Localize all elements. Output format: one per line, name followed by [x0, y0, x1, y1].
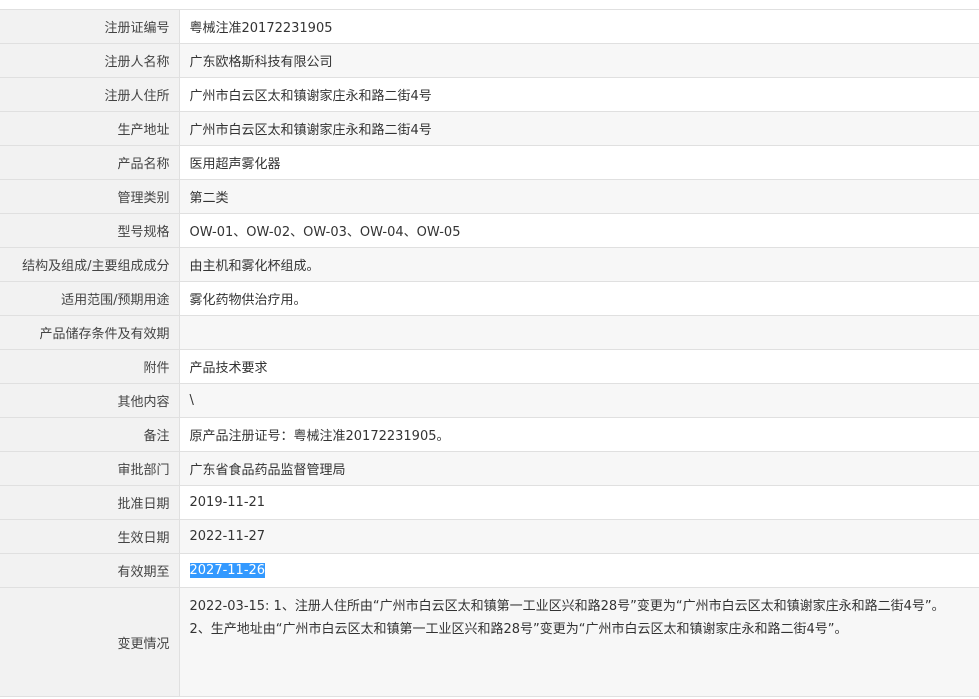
value-attachment: 产品技术要求 — [178, 349, 979, 384]
value-remark: 原产品注册证号：粤械注准20172231905。 — [178, 417, 979, 452]
value-other-content: \ — [178, 383, 979, 418]
change-history-text: 2022-03-15: 1、注册人住所由“广州市白云区太和镇第一工业区兴和路28… — [190, 595, 979, 641]
row-approval-date: 批准日期 2019-11-21 — [0, 485, 979, 520]
label-registrant-address: 注册人住所 — [0, 77, 180, 112]
value-production-address: 广州市白云区太和镇谢家庄永和路二街4号 — [178, 111, 979, 146]
row-effective-date: 生效日期 2022-11-27 — [0, 519, 979, 554]
row-attachment: 附件 产品技术要求 — [0, 349, 979, 384]
row-registrant-address: 注册人住所 广州市白云区太和镇谢家庄永和路二街4号 — [0, 77, 979, 112]
label-registrant-name: 注册人名称 — [0, 43, 180, 78]
row-registrant-name: 注册人名称 广东欧格斯科技有限公司 — [0, 43, 979, 78]
value-intended-use: 雾化药物供治疗用。 — [178, 281, 979, 316]
label-effective-date: 生效日期 — [0, 519, 180, 554]
label-attachment: 附件 — [0, 349, 180, 384]
row-model-spec: 型号规格 OW-01、OW-02、OW-03、OW-04、OW-05 — [0, 213, 979, 248]
value-approval-department: 广东省食品药品监督管理局 — [178, 451, 979, 486]
label-product-name: 产品名称 — [0, 145, 180, 180]
value-valid-until-cell[interactable]: 2027-11-26 — [178, 553, 979, 588]
label-approval-date: 批准日期 — [0, 485, 180, 520]
row-other-content: 其他内容 \ — [0, 383, 979, 418]
row-structure-composition: 结构及组成/主要组成成分 由主机和雾化杯组成。 — [0, 247, 979, 282]
value-registrant-address: 广州市白云区太和镇谢家庄永和路二街4号 — [178, 77, 979, 112]
value-registrant-name: 广东欧格斯科技有限公司 — [178, 43, 979, 78]
row-production-address: 生产地址 广州市白云区太和镇谢家庄永和路二街4号 — [0, 111, 979, 146]
label-production-address: 生产地址 — [0, 111, 180, 146]
row-registration-number: 注册证编号 粤械注准20172231905 — [0, 9, 979, 44]
row-storage-validity: 产品储存条件及有效期 — [0, 315, 979, 350]
value-approval-date: 2019-11-21 — [178, 485, 979, 520]
row-change-history: 变更情况 2022-03-15: 1、注册人住所由“广州市白云区太和镇第一工业区… — [0, 587, 979, 697]
label-management-class: 管理类别 — [0, 179, 180, 214]
label-change-history: 变更情况 — [0, 587, 180, 697]
label-model-spec: 型号规格 — [0, 213, 180, 248]
value-change-history: 2022-03-15: 1、注册人住所由“广州市白云区太和镇第一工业区兴和路28… — [178, 587, 979, 697]
row-remark: 备注 原产品注册证号：粤械注准20172231905。 — [0, 417, 979, 452]
value-product-name: 医用超声雾化器 — [178, 145, 979, 180]
change-history-line-1: 2022-03-15: 1、注册人住所由“广州市白云区太和镇第一工业区兴和路28… — [189, 599, 945, 614]
change-history-line-2: 2、生产地址由“广州市白云区太和镇第一工业区兴和路28号”变更为“广州市白云区太… — [189, 622, 848, 637]
row-valid-until: 有效期至 2027-11-26 — [0, 553, 979, 588]
value-registration-number: 粤械注准20172231905 — [178, 9, 979, 44]
label-storage-validity: 产品储存条件及有效期 — [0, 315, 180, 350]
label-other-content: 其他内容 — [0, 383, 180, 418]
value-management-class: 第二类 — [178, 179, 979, 214]
label-valid-until: 有效期至 — [0, 553, 180, 588]
label-approval-department: 审批部门 — [0, 451, 180, 486]
label-structure-composition: 结构及组成/主要组成成分 — [0, 247, 180, 282]
value-model-spec: OW-01、OW-02、OW-03、OW-04、OW-05 — [178, 213, 979, 248]
row-management-class: 管理类别 第二类 — [0, 179, 979, 214]
row-intended-use: 适用范围/预期用途 雾化药物供治疗用。 — [0, 281, 979, 316]
row-product-name: 产品名称 医用超声雾化器 — [0, 145, 979, 180]
value-storage-validity — [178, 315, 979, 350]
label-intended-use: 适用范围/预期用途 — [0, 281, 180, 316]
value-effective-date: 2022-11-27 — [178, 519, 979, 554]
registration-detail-table: 注册证编号 粤械注准20172231905 注册人名称 广东欧格斯科技有限公司 … — [0, 9, 979, 697]
label-remark: 备注 — [0, 417, 180, 452]
value-valid-until-selected-text[interactable]: 2027-11-26 — [189, 563, 266, 578]
value-structure-composition: 由主机和雾化杯组成。 — [178, 247, 979, 282]
label-registration-number: 注册证编号 — [0, 9, 180, 44]
row-approval-department: 审批部门 广东省食品药品监督管理局 — [0, 451, 979, 486]
